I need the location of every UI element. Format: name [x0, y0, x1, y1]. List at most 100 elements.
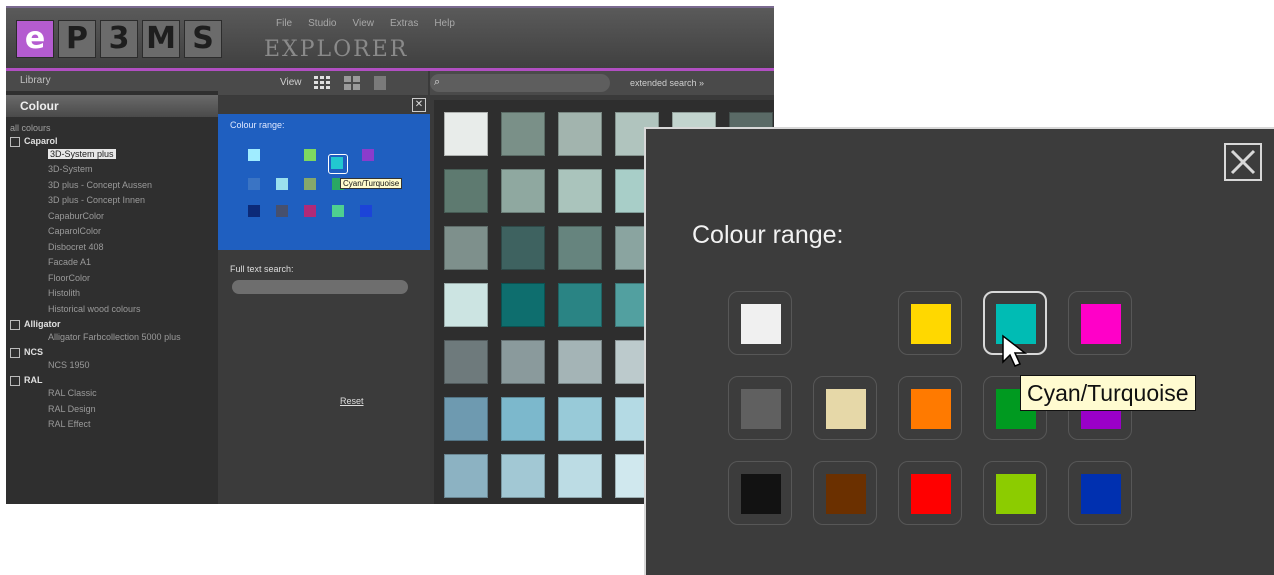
mini-swatch-yellow[interactable] [304, 149, 316, 161]
search-input[interactable] [430, 74, 610, 92]
collapse-toggle-icon[interactable] [10, 136, 20, 147]
colour-range-swatch-orange[interactable] [898, 376, 962, 440]
colour-range-swatch-beige[interactable] [813, 376, 877, 440]
mini-swatch-grey[interactable] [248, 178, 260, 190]
colour-swatch[interactable] [444, 340, 488, 384]
colour-swatch[interactable] [444, 397, 488, 441]
menu-studio[interactable]: Studio [308, 18, 336, 29]
colour-swatch[interactable] [558, 340, 602, 384]
colour-range-swatch-grey[interactable] [728, 376, 792, 440]
fulltext-search-input[interactable] [232, 280, 408, 294]
colour-range-swatch-lime[interactable] [983, 461, 1047, 525]
tree-item[interactable]: CapaburColor [10, 209, 218, 225]
tree-item-label: 3D plus - Concept Aussen [48, 179, 153, 190]
mini-swatch-orange[interactable] [304, 178, 316, 190]
tree-group-label[interactable]: NCS [10, 347, 218, 358]
menu-view[interactable]: View [352, 18, 374, 29]
colour-range-swatch-yellow[interactable] [898, 291, 962, 355]
colour-swatch[interactable] [558, 283, 602, 327]
menu-help[interactable]: Help [434, 18, 455, 29]
colour-swatch[interactable] [558, 397, 602, 441]
colour-swatch[interactable] [501, 454, 545, 498]
tree-item[interactable]: CaparolColor [10, 224, 218, 240]
colour-swatch[interactable] [501, 397, 545, 441]
mini-swatch-black[interactable] [248, 205, 260, 217]
search-icon: ⌕ [434, 76, 441, 88]
grid-large-view-icon[interactable] [314, 76, 330, 90]
tree-item[interactable]: NCS 1950 [10, 358, 218, 374]
mini-swatch-blue[interactable] [360, 205, 372, 217]
tree-group-label[interactable]: RAL [10, 375, 218, 386]
tree-group-label[interactable]: Caparol [10, 136, 218, 147]
collapse-toggle-icon[interactable] [10, 376, 20, 386]
tree-item[interactable]: Alligator Farbcollection 5000 plus [10, 330, 218, 346]
menu-extras[interactable]: Extras [390, 18, 418, 29]
tree-item[interactable]: Historical wood colours [10, 302, 218, 318]
grid-medium-view-icon[interactable] [344, 76, 360, 90]
tree-item[interactable]: RAL Design [10, 402, 218, 418]
tree-item-label: 3D-System [48, 164, 93, 175]
tree-item[interactable]: RAL Effect [10, 417, 218, 433]
colour-swatch[interactable] [444, 283, 488, 327]
tree-item-label: Facade A1 [48, 257, 92, 268]
colour-swatch[interactable] [501, 112, 545, 156]
colour-swatch[interactable] [501, 169, 545, 213]
swatch-fill [1081, 474, 1121, 514]
tree-item[interactable]: Disbocret 408 [10, 240, 218, 256]
colour-range-swatch-red[interactable] [898, 461, 962, 525]
tree-item[interactable]: Facade A1 [10, 255, 218, 271]
colour-tooltip: Cyan/Turquoise [1020, 375, 1196, 411]
logo: e P 3 M S [16, 20, 226, 58]
colour-range-zoom: Colour range: Cyan/Turquoise [644, 127, 1274, 575]
mini-swatch-lime[interactable] [332, 205, 344, 217]
colour-range-swatch-magenta[interactable] [1068, 291, 1132, 355]
tree-group-label[interactable]: Alligator [10, 319, 218, 330]
tree-item[interactable]: RAL Classic [10, 386, 218, 402]
tree-item-label: Histolith [48, 288, 81, 299]
tree-item[interactable]: 3D plus - Concept Innen [10, 193, 218, 209]
colour-range-swatch-white[interactable] [728, 291, 792, 355]
tree-item[interactable]: 3D plus - Concept Aussen [10, 178, 218, 194]
collapse-toggle-icon[interactable] [10, 319, 20, 330]
mini-swatch-red[interactable] [304, 205, 316, 217]
tree-group-text: Caparol [24, 136, 58, 146]
swatch-fill [741, 304, 781, 344]
colour-swatch[interactable] [501, 283, 545, 327]
swatch-fill [826, 389, 866, 429]
mini-swatch-beige[interactable] [276, 178, 288, 190]
tree-item[interactable]: Histolith [10, 286, 218, 302]
tree-group-text: RAL [24, 375, 43, 386]
close-icon[interactable]: ✕ [412, 98, 426, 112]
mini-swatch-brown[interactable] [276, 205, 288, 217]
mini-swatch-cyan[interactable] [331, 157, 343, 169]
tree-item[interactable]: 3D-System [10, 162, 218, 178]
swatch-fill [911, 474, 951, 514]
mini-swatch-magenta[interactable] [362, 149, 374, 161]
colour-swatch[interactable] [558, 169, 602, 213]
tree-item[interactable]: FloorColor [10, 271, 218, 287]
logo-letter: M [142, 20, 180, 58]
extended-search-link[interactable]: extended search » [630, 78, 704, 88]
close-icon[interactable] [1224, 143, 1262, 181]
colour-swatch[interactable] [501, 226, 545, 270]
colour-swatch[interactable] [444, 454, 488, 498]
colour-range-swatch-black[interactable] [728, 461, 792, 525]
colour-swatch[interactable] [558, 112, 602, 156]
library-tab[interactable]: Library [6, 71, 218, 91]
colour-swatch[interactable] [558, 454, 602, 498]
colour-range-swatch-blue[interactable] [1068, 461, 1132, 525]
colour-swatch[interactable] [444, 112, 488, 156]
tree-item[interactable]: 3D-System plus [10, 147, 218, 163]
menu-file[interactable]: File [276, 18, 292, 29]
colour-swatch[interactable] [444, 226, 488, 270]
colour-section-header[interactable]: Colour [6, 95, 218, 117]
mini-swatch-white[interactable] [248, 149, 260, 161]
colour-range-swatch-brown[interactable] [813, 461, 877, 525]
tree-root-all-colours[interactable]: all colours [10, 123, 218, 133]
reset-link[interactable]: Reset [340, 396, 364, 406]
collapse-toggle-icon[interactable] [10, 347, 20, 358]
colour-swatch[interactable] [501, 340, 545, 384]
colour-swatch[interactable] [558, 226, 602, 270]
colour-swatch[interactable] [444, 169, 488, 213]
single-view-icon[interactable] [372, 76, 388, 90]
